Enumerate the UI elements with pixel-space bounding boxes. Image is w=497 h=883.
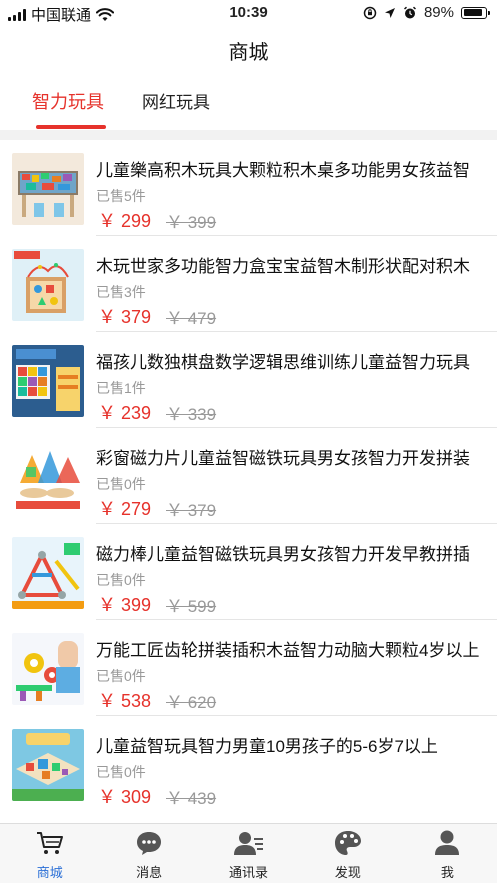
product-sold-count: 已售3件 xyxy=(96,284,146,300)
product-title: 彩窗磁力片儿童益智磁铁玩具男女孩智力开发拼装 xyxy=(96,449,470,468)
product-item[interactable]: 福孩儿数独棋盘数学逻辑思维训练儿童益智力玩具 已售1件 ￥ 239 ￥ 339 xyxy=(0,332,497,428)
tabbar-item-me[interactable]: 我 xyxy=(398,824,497,883)
product-title: 木玩世家多功能智力盒宝宝益智木制形状配对积木 xyxy=(96,257,470,276)
product-original-price: ￥ 379 xyxy=(166,501,217,520)
status-right: 89% xyxy=(363,4,490,21)
product-thumbnail xyxy=(12,345,84,417)
product-thumbnail xyxy=(12,249,84,321)
product-sold-count: 已售0件 xyxy=(96,764,146,780)
chat-icon xyxy=(134,830,164,856)
battery-icon xyxy=(461,6,490,19)
section-separator xyxy=(0,130,497,140)
tab-puzzle-toys[interactable]: 智力玩具 xyxy=(32,88,104,114)
product-original-price: ￥ 399 xyxy=(166,213,217,232)
product-original-price: ￥ 599 xyxy=(166,597,217,616)
product-original-price: ￥ 479 xyxy=(166,309,217,328)
product-item[interactable]: 木玩世家多功能智力盒宝宝益智木制形状配对积木 已售3件 ￥ 379 ￥ 479 xyxy=(0,236,497,332)
location-arrow-icon xyxy=(384,7,395,18)
alarm-icon xyxy=(403,6,416,18)
product-price: ￥ 299 xyxy=(98,211,152,231)
tabbar-item-messages[interactable]: 消息 xyxy=(99,824,198,883)
product-price: ￥ 279 xyxy=(98,499,152,519)
product-item[interactable]: 磁力棒儿童益智磁铁玩具男女孩智力开发早教拼插 已售0件 ￥ 399 ￥ 599 xyxy=(0,524,497,620)
product-thumbnail xyxy=(12,633,84,705)
tabbar-item-contacts[interactable]: 通讯录 xyxy=(199,824,298,883)
product-price: ￥ 239 xyxy=(98,403,152,423)
product-sold-count: 已售0件 xyxy=(96,476,146,492)
status-bar: 中国联通 10:39 89% xyxy=(0,0,497,26)
tabbar-label: 消息 xyxy=(136,865,163,880)
product-sold-count: 已售0件 xyxy=(96,572,146,588)
product-sold-count: 已售1件 xyxy=(96,380,146,396)
product-price: ￥ 379 xyxy=(98,307,152,327)
profile-icon xyxy=(432,830,462,856)
product-thumbnail xyxy=(12,153,84,225)
product-title: 儿童益智玩具智力男童10男孩子的5-6岁7以上 xyxy=(96,737,438,756)
tab-trending-toys[interactable]: 网红玩具 xyxy=(142,88,210,113)
product-title: 儿童樂高积木玩具大颗粒积木桌多功能男女孩益智 xyxy=(96,161,470,180)
product-price: ￥ 538 xyxy=(98,691,152,711)
cart-icon xyxy=(35,830,65,856)
battery-fill xyxy=(463,9,483,16)
contacts-icon xyxy=(233,830,264,856)
tabbar-item-shop[interactable]: 商城 xyxy=(0,824,99,883)
product-thumbnail xyxy=(12,729,84,801)
tabbar-label: 我 xyxy=(440,865,454,880)
product-item[interactable]: 彩窗磁力片儿童益智磁铁玩具男女孩智力开发拼装 已售0件 ￥ 279 ￥ 379 xyxy=(0,428,497,524)
tabbar-item-discover[interactable]: 发现 xyxy=(298,824,397,883)
product-original-price: ￥ 620 xyxy=(166,693,217,712)
product-price: ￥ 399 xyxy=(98,595,152,615)
product-item[interactable]: 儿童樂高积木玩具大颗粒积木桌多功能男女孩益智 已售5件 ￥ 299 ￥ 399 xyxy=(0,140,497,236)
product-price: ￥ 309 xyxy=(98,787,152,807)
product-item[interactable]: 万能工匠齿轮拼装插积木益智力动脑大颗粒4岁以上 已售0件 ￥ 538 ￥ 620 xyxy=(0,620,497,716)
tab-active-indicator xyxy=(36,125,106,129)
product-thumbnail xyxy=(12,537,84,609)
product-title: 万能工匠齿轮拼装插积木益智力动脑大颗粒4岁以上 xyxy=(96,641,480,660)
product-title: 磁力棒儿童益智磁铁玩具男女孩智力开发早教拼插 xyxy=(96,545,470,564)
product-sold-count: 已售5件 xyxy=(96,188,146,204)
product-item[interactable]: 儿童益智玩具智力男童10男孩子的5-6岁7以上 已售0件 ￥ 309 ￥ 439 xyxy=(0,716,497,812)
product-list: 儿童樂高积木玩具大颗粒积木桌多功能男女孩益智 已售5件 ￥ 299 ￥ 399 … xyxy=(0,140,497,812)
discover-icon xyxy=(333,830,363,856)
product-thumbnail xyxy=(12,441,84,513)
category-tabs: 智力玩具 网红玩具 xyxy=(0,88,497,132)
battery-percent: 89% xyxy=(423,4,454,21)
page-title: 商城 xyxy=(228,42,269,64)
product-original-price: ￥ 439 xyxy=(166,789,217,808)
rotation-lock-icon xyxy=(363,6,377,19)
tabbar-label: 发现 xyxy=(334,865,361,880)
product-original-price: ￥ 339 xyxy=(166,405,217,424)
product-title: 福孩儿数独棋盘数学逻辑思维训练儿童益智力玩具 xyxy=(96,353,470,372)
product-sold-count: 已售0件 xyxy=(96,668,146,684)
tabbar-label: 商城 xyxy=(36,865,63,880)
bottom-tab-bar: 商城 消息 通讯录 发现 我 xyxy=(0,823,497,883)
tabbar-label: 通讯录 xyxy=(229,865,269,880)
